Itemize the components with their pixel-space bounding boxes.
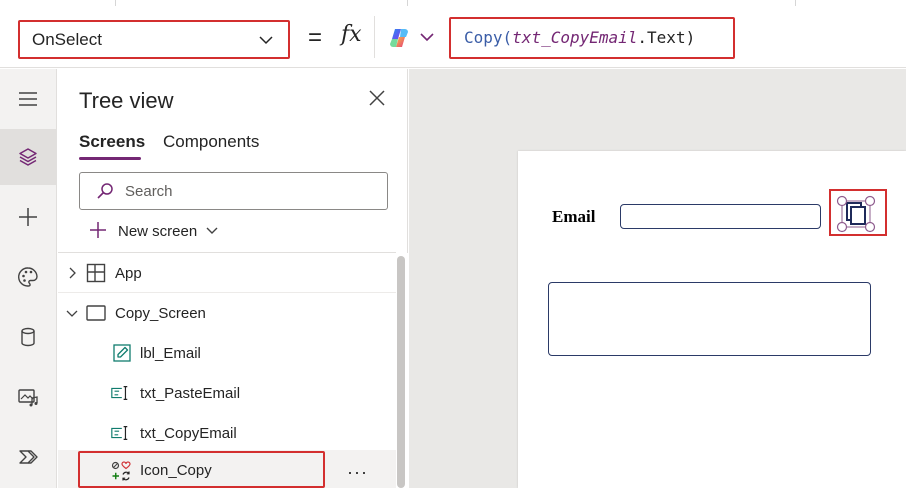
- tree-node-label: App: [115, 265, 142, 282]
- active-tab-indicator: [79, 157, 141, 160]
- rail-themes[interactable]: [0, 249, 56, 305]
- formula-property: .Text): [637, 28, 696, 47]
- tree-node-txt-pasteemail[interactable]: txt_PasteEmail: [58, 373, 396, 413]
- new-screen-label: New screen: [118, 223, 198, 240]
- email-label[interactable]: Email: [552, 207, 595, 227]
- divider: [374, 16, 375, 58]
- equals-sign: =: [308, 24, 323, 51]
- tab-screens[interactable]: Screens: [79, 132, 145, 152]
- rail-power-automate[interactable]: [0, 429, 56, 485]
- copy-email-input[interactable]: [620, 204, 821, 229]
- left-rail: [0, 69, 57, 488]
- power-automate-icon: [19, 450, 38, 464]
- menu-icon: [19, 92, 37, 106]
- plus-icon: [90, 222, 106, 238]
- search-placeholder: Search: [125, 183, 173, 200]
- text-input-icon: [111, 386, 128, 400]
- add-icon: [19, 208, 37, 226]
- rail-tree-view[interactable]: [0, 129, 56, 185]
- property-dropdown-value: OnSelect: [32, 30, 102, 49]
- scrollbar-thumb[interactable]: [397, 256, 405, 488]
- tree-node-app[interactable]: App: [58, 253, 396, 293]
- selection-highlight: [78, 451, 325, 488]
- database-icon: [21, 327, 35, 347]
- text-input-icon: [111, 426, 128, 440]
- label-edit-icon: [113, 344, 131, 362]
- panel-title: Tree view: [79, 88, 174, 113]
- formula-bar: OnSelect = fx Copy(txt_CopyEmail.Text): [0, 0, 906, 68]
- formula-control-ref: txt_CopyEmail: [512, 28, 638, 47]
- paste-email-input[interactable]: [548, 282, 871, 356]
- chevron-down-icon: [206, 227, 218, 234]
- rail-insert[interactable]: [0, 189, 56, 245]
- app-screen[interactable]: Email: [518, 151, 906, 488]
- property-dropdown[interactable]: OnSelect: [18, 20, 290, 59]
- formula-function: Copy(: [464, 28, 513, 47]
- copilot-chevron-icon[interactable]: [419, 30, 435, 44]
- tab-components[interactable]: Components: [163, 132, 259, 152]
- tree-node-label: Copy_Screen: [115, 305, 206, 322]
- search-icon: [97, 183, 113, 199]
- layers-icon: [19, 148, 37, 166]
- tree-node-label: txt_CopyEmail: [140, 425, 237, 442]
- chevron-down-icon: [259, 36, 273, 45]
- rail-media[interactable]: [0, 369, 56, 425]
- tree-view-panel: Tree view Screens Components Search New …: [58, 69, 408, 488]
- search-input[interactable]: Search: [79, 172, 388, 210]
- media-icon: [18, 389, 38, 407]
- tree-node-label: lbl_Email: [140, 345, 201, 362]
- tree-node-label: txt_PasteEmail: [140, 385, 241, 402]
- fx-label[interactable]: fx: [341, 22, 362, 47]
- rail-menu[interactable]: [0, 71, 56, 127]
- copy-icon[interactable]: [836, 195, 876, 235]
- screen-icon: [86, 305, 106, 321]
- palette-icon: [18, 267, 38, 287]
- tree-node-copy-screen[interactable]: Copy_Screen: [58, 293, 396, 333]
- tree-node-lbl-email[interactable]: lbl_Email: [58, 333, 396, 373]
- toolbar-edge: [0, 0, 906, 6]
- copilot-icon[interactable]: [388, 26, 412, 50]
- tree-node-txt-copyemail[interactable]: txt_CopyEmail: [58, 413, 396, 453]
- formula-input[interactable]: Copy(txt_CopyEmail.Text): [449, 17, 735, 59]
- app-grid-icon: [86, 263, 106, 283]
- close-icon[interactable]: [368, 89, 386, 107]
- rail-data[interactable]: [0, 309, 56, 365]
- canvas-area: Email: [409, 69, 906, 488]
- chevron-down-icon[interactable]: [66, 307, 78, 319]
- more-options-button[interactable]: ···: [347, 462, 368, 483]
- chevron-right-icon[interactable]: [66, 267, 78, 279]
